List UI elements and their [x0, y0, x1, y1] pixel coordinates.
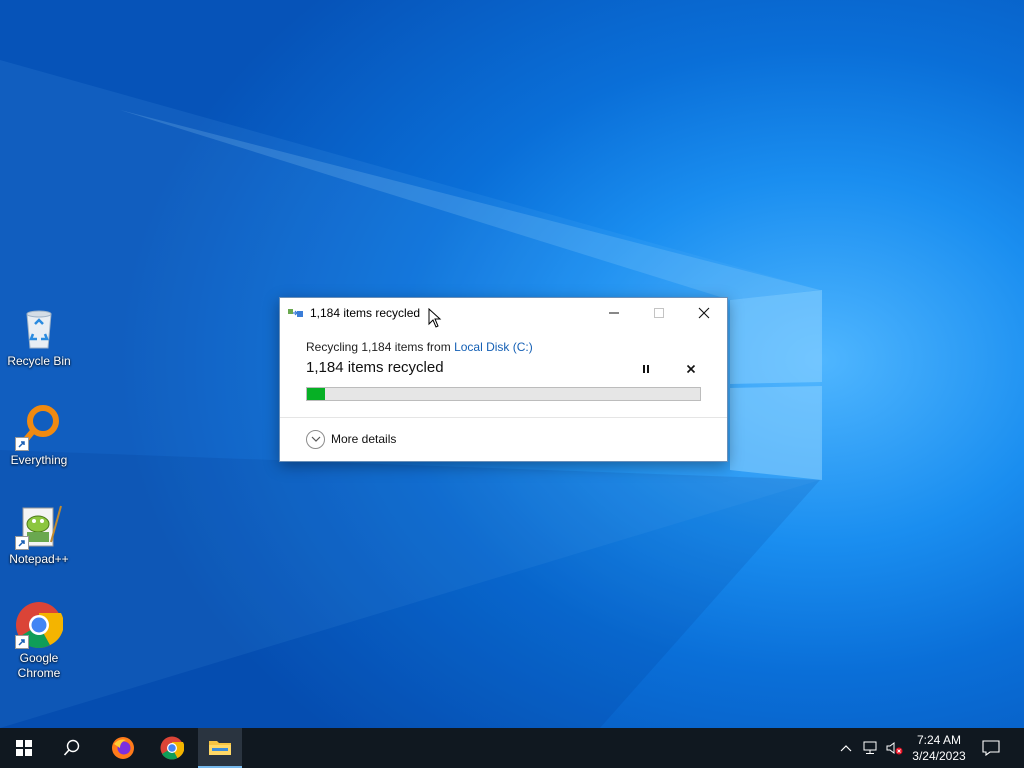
chevron-down-icon	[306, 429, 325, 449]
recycling-status: Recycling 1,184 items from Local Disk (C…	[306, 340, 701, 354]
status-prefix: Recycling 1,184 items from	[306, 340, 455, 354]
minimize-icon	[608, 312, 619, 314]
shortcut-arrow-icon	[15, 437, 29, 451]
more-details-toggle[interactable]: More details	[280, 418, 727, 460]
close-button[interactable]	[681, 298, 726, 328]
everything-icon	[15, 403, 63, 451]
progress-heading-row: 1,184 items recycled	[306, 359, 701, 379]
mouse-cursor-icon	[428, 308, 442, 328]
desktop-icon-label: Recycle Bin	[7, 354, 71, 368]
recycle-progress-dialog: 1,184 items recycled Recycling 1,184 ite…	[279, 297, 728, 462]
taskbar-chrome[interactable]	[148, 728, 196, 768]
desktop-icon-label: Notepad++	[9, 552, 69, 566]
google-chrome-icon	[15, 601, 64, 649]
file-operation-icon	[288, 309, 303, 317]
start-icon	[16, 740, 32, 756]
shortcut-arrow-icon	[15, 635, 29, 649]
desktop: Recycle Bin Everything Notepad++ Google …	[0, 0, 1024, 768]
file-explorer-icon	[209, 741, 231, 755]
dialog-title: 1,184 items recycled	[310, 306, 421, 320]
desktop-icon-notepad-plus-plus[interactable]: Notepad++	[1, 502, 77, 567]
cancel-button[interactable]	[681, 360, 701, 378]
taskbar-file-explorer[interactable]	[198, 728, 242, 768]
start-button[interactable]	[0, 728, 48, 768]
network-tray-button[interactable]	[860, 728, 882, 768]
taskbar-firefox[interactable]	[99, 728, 147, 768]
desktop-icon-google-chrome[interactable]: Google Chrome	[1, 601, 77, 681]
desktop-icon-recycle-bin[interactable]: Recycle Bin	[1, 304, 77, 369]
search-icon	[63, 739, 80, 756]
search-button[interactable]	[48, 728, 96, 768]
pause-icon	[643, 365, 649, 373]
taskbar-clock[interactable]: 7:24 AM 3/24/2023	[900, 732, 978, 764]
cancel-icon	[686, 364, 696, 374]
desktop-icon-label: Google Chrome	[17, 651, 61, 680]
action-center-button[interactable]	[976, 728, 1006, 768]
close-icon	[698, 307, 709, 319]
dialog-titlebar[interactable]: 1,184 items recycled	[280, 298, 727, 328]
chrome-icon	[160, 736, 184, 760]
progress-heading: 1,184 items recycled	[306, 359, 444, 376]
show-hidden-icons-button[interactable]	[836, 728, 856, 768]
taskbar: 7:24 AM 3/24/2023	[0, 728, 1024, 768]
notepad-plus-plus-icon	[15, 502, 63, 550]
pause-button[interactable]	[636, 360, 656, 378]
clock-time: 7:24 AM	[916, 733, 962, 747]
desktop-icon-label: Everything	[10, 453, 68, 467]
progress-bar-fill	[307, 388, 325, 400]
maximize-icon	[653, 308, 664, 318]
progress-bar	[306, 387, 701, 401]
maximize-button	[636, 298, 681, 328]
local-disk-link[interactable]: Local Disk (C:)	[454, 340, 533, 354]
chevron-up-icon	[840, 745, 852, 752]
clock-date: 3/24/2023	[912, 749, 966, 763]
more-details-label: More details	[331, 432, 397, 446]
shortcut-arrow-icon	[15, 536, 29, 550]
recycle-bin-icon	[15, 304, 63, 352]
minimize-button[interactable]	[591, 298, 636, 328]
notification-icon	[982, 740, 1000, 756]
firefox-icon	[112, 737, 134, 759]
network-icon	[863, 741, 877, 754]
desktop-icon-everything[interactable]: Everything	[1, 403, 77, 468]
